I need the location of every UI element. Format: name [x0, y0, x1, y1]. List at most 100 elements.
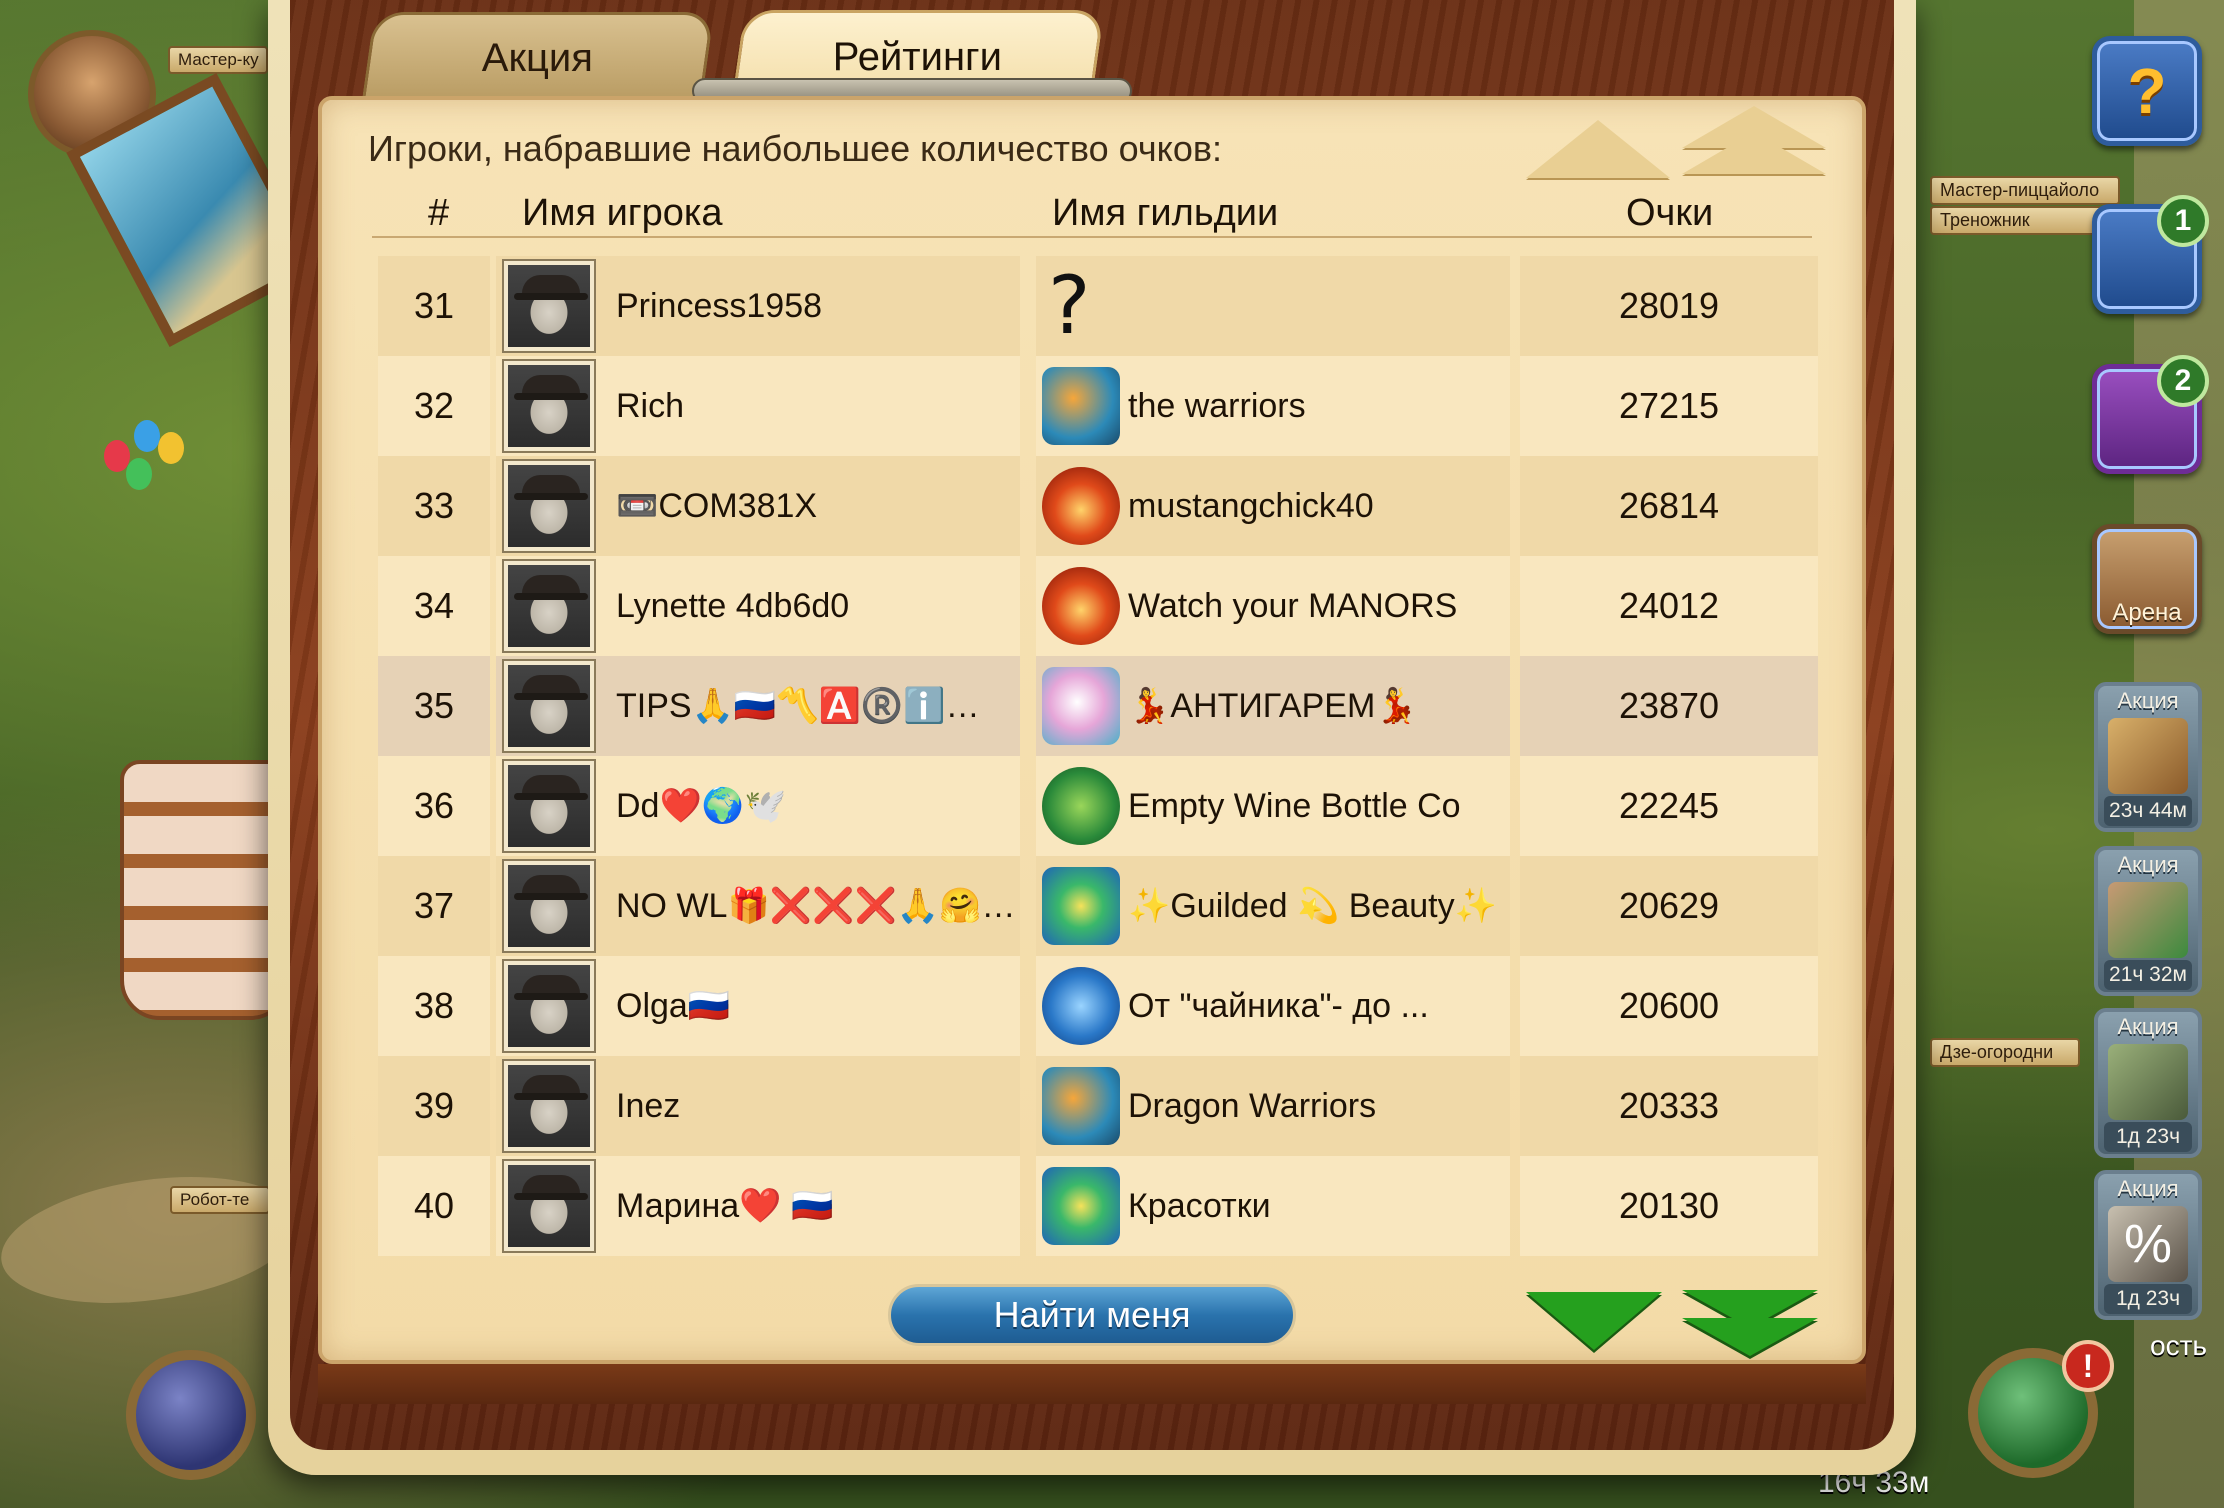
- tab-label: Рейтинги: [833, 35, 1003, 79]
- rank-cell: 33: [378, 456, 490, 556]
- scroll-down-button[interactable]: [1526, 1292, 1662, 1350]
- player-portrait-icon[interactable]: [502, 759, 596, 853]
- map-label-dze[interactable]: Дзе-огородни: [1930, 1038, 2080, 1067]
- player-cell[interactable]: 📼COM381X: [496, 456, 1020, 556]
- map-label-master[interactable]: Мастер-ку: [168, 46, 268, 74]
- wedding-cake-decoration: [120, 760, 290, 1020]
- table-row[interactable]: 34 Lynette 4db6d0 Watch your MANORS 24012: [378, 556, 1818, 656]
- fire-emblem-icon: [1042, 467, 1120, 545]
- guild-cell[interactable]: Watch your MANORS: [1036, 556, 1510, 656]
- balloon-decoration: [126, 458, 152, 490]
- table-row[interactable]: 35 TIPS🙏🇷🇺〽️🅰️®️ℹ️🅰️… 💃АНТИГАРЕМ💃 23870: [378, 656, 1818, 756]
- arena-button[interactable]: Арена: [2092, 524, 2202, 634]
- table-row[interactable]: 37 NO WL🎁❌❌❌🙏🤗me… ✨Guilded 💫 Beauty✨ 20629: [378, 856, 1818, 956]
- rank-cell: 40: [378, 1156, 490, 1256]
- guild-cell[interactable]: ✨Guilded 💫 Beauty✨: [1036, 856, 1510, 956]
- guild-cell[interactable]: 💃АНТИГАРЕМ💃: [1036, 656, 1510, 756]
- guild-cell[interactable]: mustangchick40: [1036, 456, 1510, 556]
- promo-tile[interactable]: Акция 1д 23ч: [2094, 1008, 2202, 1158]
- player-cell[interactable]: Dd❤️🌍🕊️: [496, 756, 1020, 856]
- guild-name: Dragon Warriors: [1128, 1086, 1377, 1125]
- player-portrait-icon[interactable]: [502, 1159, 596, 1253]
- promo-timer: 23ч 44м: [2104, 796, 2192, 826]
- player-name: Lynette 4db6d0: [616, 586, 850, 625]
- gramophone-button[interactable]: 2: [2092, 355, 2209, 474]
- player-cell[interactable]: Lynette 4db6d0: [496, 556, 1020, 656]
- guild-cell[interactable]: Красотки: [1036, 1156, 1510, 1256]
- promo-timer: 1д 23ч: [2104, 1122, 2192, 1152]
- player-portrait-icon[interactable]: [502, 459, 596, 553]
- player-name: Dd❤️🌍🕊️: [616, 787, 787, 825]
- score-cell: 22245: [1520, 756, 1818, 856]
- character-energy-icon: [2108, 882, 2188, 958]
- scroll-up-button[interactable]: [1526, 120, 1670, 178]
- guild-cell[interactable]: Empty Wine Bottle Co: [1036, 756, 1510, 856]
- promo-tile[interactable]: Акция 23ч 44м: [2094, 682, 2202, 832]
- player-cell[interactable]: Princess1958: [496, 256, 1020, 356]
- turtle-emblem-icon: [1042, 767, 1120, 845]
- ratings-subtitle: Игроки, набравшие наибольшее количество …: [368, 128, 1222, 169]
- player-cell[interactable]: Olga🇷🇺: [496, 956, 1020, 1056]
- tab-promotion[interactable]: Акция: [361, 12, 715, 102]
- promo-title: Акция: [2117, 852, 2179, 877]
- header-divider: [372, 236, 1812, 238]
- map-label-pizza-master[interactable]: Мастер-пиццайоло: [1930, 176, 2120, 205]
- guild-cell[interactable]: От "чайника"- до ...: [1036, 956, 1510, 1056]
- rank-cell: 38: [378, 956, 490, 1056]
- player-name: NO WL🎁❌❌❌🙏🤗me…: [616, 887, 1020, 925]
- player-name: Rich: [616, 386, 685, 425]
- promo-tile[interactable]: Акция % 1д 23ч: [2094, 1170, 2202, 1320]
- promo-title: Акция: [2117, 1014, 2179, 1039]
- guild-cell[interactable]: Dragon Warriors: [1036, 1056, 1510, 1156]
- rank-cell: 32: [378, 356, 490, 456]
- promo-tile[interactable]: Акция 21ч 32м: [2094, 846, 2202, 996]
- player-portrait-icon[interactable]: [502, 859, 596, 953]
- player-portrait-icon[interactable]: [502, 359, 596, 453]
- table-row[interactable]: 39 Inez Dragon Warriors 20333: [378, 1056, 1818, 1156]
- table-row[interactable]: 40 Марина❤️ 🇷🇺 Красотки 20130: [378, 1156, 1818, 1256]
- player-cell[interactable]: Марина❤️ 🇷🇺: [496, 1156, 1020, 1256]
- treasure-chest-icon: [2108, 718, 2188, 794]
- player-cell[interactable]: TIPS🙏🇷🇺〽️🅰️®️ℹ️🅰️…: [496, 656, 1020, 756]
- guild-cell[interactable]: ?: [1036, 256, 1510, 356]
- guild-name: От "чайника"- до ...: [1128, 986, 1429, 1025]
- player-name: Olga🇷🇺: [616, 987, 731, 1025]
- score-cell: 20600: [1520, 956, 1818, 1056]
- guild-name: Empty Wine Bottle Co: [1128, 786, 1461, 825]
- player-portrait-icon[interactable]: [502, 559, 596, 653]
- rank-cell: 36: [378, 756, 490, 856]
- guild-cell[interactable]: the warriors: [1036, 356, 1510, 456]
- dragon-emblem-icon: [1042, 1067, 1120, 1145]
- wave-emblem-icon: [1042, 967, 1120, 1045]
- rank-cell: 31: [378, 256, 490, 356]
- table-row[interactable]: 33 📼COM381X mustangchick40 26814: [378, 456, 1818, 556]
- player-portrait-icon[interactable]: [502, 1059, 596, 1153]
- clan-button[interactable]: 1: [2092, 195, 2209, 314]
- find-me-button[interactable]: Найти меня: [888, 1284, 1296, 1346]
- table-row[interactable]: 31 Princess1958? 28019: [378, 256, 1818, 356]
- player-cell[interactable]: Rich: [496, 356, 1020, 456]
- map-label-robot[interactable]: Робот-те: [170, 1186, 270, 1214]
- guild-name: ✨Guilded 💫 Beauty✨: [1128, 887, 1497, 925]
- player-portrait-icon[interactable]: [502, 259, 596, 353]
- score-cell: 20333: [1520, 1056, 1818, 1156]
- player-portrait-icon[interactable]: [502, 659, 596, 753]
- rank-cell: 35: [378, 656, 490, 756]
- player-portrait-icon[interactable]: [502, 959, 596, 1053]
- score-cell: 20629: [1520, 856, 1818, 956]
- suitcase-orb-button[interactable]: [126, 1350, 256, 1480]
- table-row[interactable]: 38 Olga🇷🇺 От "чайника"- до ... 20600: [378, 956, 1818, 1056]
- scroll-top-icon: [1682, 132, 1826, 174]
- table-row[interactable]: 32 Rich the warriors 27215: [378, 356, 1818, 456]
- player-name: Марина❤️ 🇷🇺: [616, 1187, 834, 1225]
- help-button[interactable]: ?: [2092, 36, 2202, 146]
- goblin-icon: [2108, 1044, 2188, 1120]
- player-cell[interactable]: Inez: [496, 1056, 1020, 1156]
- unicorn-emblem-icon: [1042, 667, 1120, 745]
- balloon-decoration: [134, 420, 160, 452]
- table-row[interactable]: 36 Dd❤️🌍🕊️ Empty Wine Bottle Co 22245: [378, 756, 1818, 856]
- column-header-rank: #: [428, 192, 450, 234]
- player-cell[interactable]: NO WL🎁❌❌❌🙏🤗me…: [496, 856, 1020, 956]
- promo-timer: 1д 23ч: [2104, 1284, 2192, 1314]
- player-name: TIPS🙏🇷🇺〽️🅰️®️ℹ️🅰️…: [616, 687, 1020, 725]
